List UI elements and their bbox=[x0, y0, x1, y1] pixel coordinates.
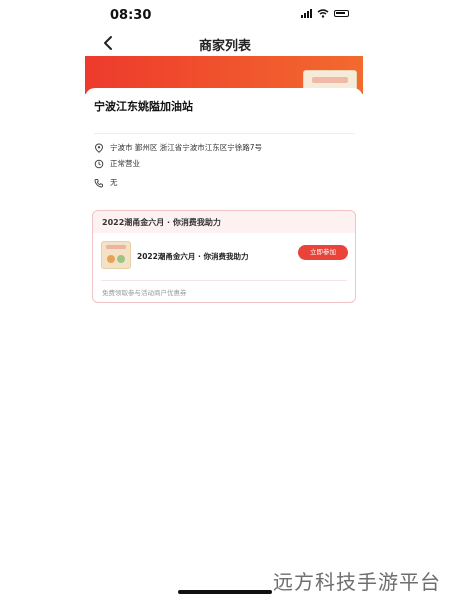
wifi-icon bbox=[317, 9, 329, 18]
promo-card: 2022潮甬金六月 · 你消费我助力 2022潮甬金六月 · 你消费我助力 立即… bbox=[92, 210, 356, 303]
clock-icon bbox=[94, 159, 104, 168]
store-address: 宁波市 鄞州区 浙江省宁波市江东区宁徐路7号 bbox=[110, 143, 263, 152]
store-phone: 无 bbox=[110, 178, 118, 187]
promo-footer-text: 免费领取参与活动商户优惠券 bbox=[102, 289, 187, 297]
join-button[interactable]: 立即参加 bbox=[298, 245, 348, 260]
promo-header: 2022潮甬金六月 · 你消费我助力 bbox=[93, 211, 355, 233]
status-icons bbox=[301, 9, 349, 18]
address-row: 宁波市 鄞州区 浙江省宁波市江东区宁徐路7号 bbox=[94, 142, 262, 153]
hours-row: 正常营业 bbox=[94, 158, 140, 169]
promo-header-title: 2022潮甬金六月 · 你消费我助力 bbox=[102, 218, 221, 227]
divider bbox=[94, 133, 355, 134]
phone-icon bbox=[94, 178, 103, 187]
signal-icon bbox=[301, 9, 312, 18]
nav-bar: 商家列表 bbox=[85, 30, 365, 56]
page-title: 商家列表 bbox=[198, 39, 251, 54]
promo-thumbnail bbox=[101, 241, 131, 269]
store-card: 宁波江东姚隘加油站 宁波市 鄞州区 浙江省宁波市江东区宁徐路7号 正常营业 无 bbox=[85, 88, 363, 188]
watermark-text: 远方科技手游平台 bbox=[273, 570, 441, 594]
status-bar: 08:30 bbox=[0, 0, 449, 30]
store-status: 正常营业 bbox=[110, 159, 140, 168]
promo-divider bbox=[101, 280, 347, 281]
store-name: 宁波江东姚隘加油站 bbox=[94, 100, 193, 113]
phone-row[interactable]: 无 bbox=[94, 177, 118, 188]
battery-icon bbox=[334, 10, 349, 17]
status-time: 08:30 bbox=[110, 8, 152, 23]
home-indicator[interactable] bbox=[178, 590, 272, 594]
promo-item-title: 2022潮甬金六月 · 你消费我助力 bbox=[137, 252, 249, 261]
location-pin-icon bbox=[94, 142, 104, 153]
